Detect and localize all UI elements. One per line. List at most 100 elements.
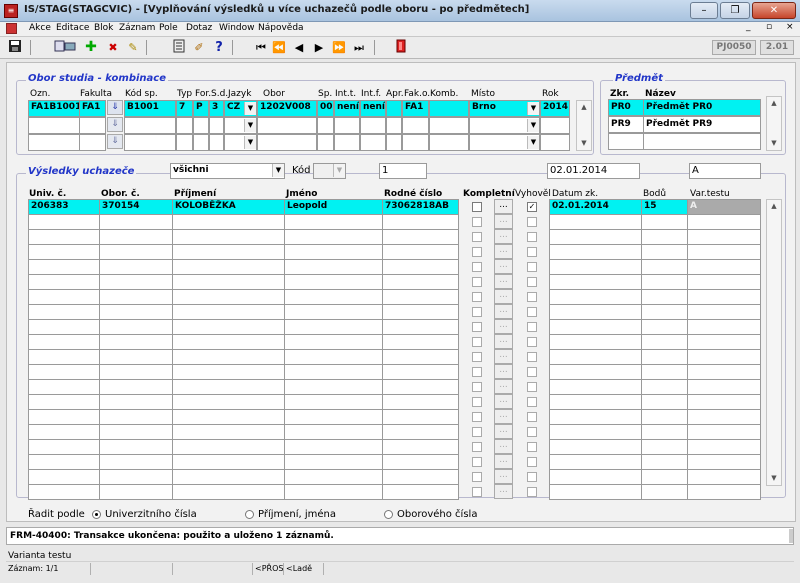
result-var-cell[interactable]	[687, 424, 761, 440]
kompletni-checkbox[interactable]	[472, 442, 482, 452]
result-obor-cell[interactable]	[99, 469, 173, 485]
kompletni-checkbox[interactable]	[472, 352, 482, 362]
kompletni-checkbox[interactable]	[472, 337, 482, 347]
result-body-cell[interactable]	[641, 274, 688, 290]
kompletni-checkbox[interactable]	[472, 472, 482, 482]
obor-misto-cell[interactable]: Brno ▼	[469, 100, 540, 117]
result-datum-cell[interactable]	[549, 379, 642, 395]
kompletni-checkbox[interactable]	[472, 457, 482, 467]
result-prijmeni-cell[interactable]	[172, 484, 285, 500]
obor-kod-sp-cell[interactable]	[124, 134, 176, 151]
result-univ-cell[interactable]	[28, 439, 100, 455]
obor-intt-cell[interactable]: není	[334, 100, 360, 117]
result-prijmeni-cell[interactable]	[172, 259, 285, 275]
result-obor-cell[interactable]	[99, 439, 173, 455]
detail-button[interactable]: ...	[494, 454, 513, 469]
result-datum-cell[interactable]	[549, 424, 642, 440]
result-rc-cell[interactable]	[382, 214, 459, 230]
detail-button[interactable]: ...	[494, 199, 513, 214]
obor-rok-cell[interactable]	[540, 117, 570, 134]
result-var-cell[interactable]	[687, 214, 761, 230]
obor-intf-cell[interactable]	[360, 134, 386, 151]
obor-fakulta-cell[interactable]	[79, 134, 106, 151]
kompletni-checkbox[interactable]	[472, 427, 482, 437]
result-jmeno-cell[interactable]	[284, 274, 383, 290]
vyhovel-checkbox[interactable]	[527, 277, 537, 287]
result-var-cell[interactable]	[687, 289, 761, 305]
result-var-cell[interactable]	[687, 334, 761, 350]
kompletni-checkbox[interactable]	[472, 322, 482, 332]
last-icon[interactable]: ⏭	[350, 39, 368, 56]
result-prijmeni-cell[interactable]	[172, 424, 285, 440]
result-var-cell[interactable]	[687, 244, 761, 260]
vyhovel-checkbox[interactable]	[527, 397, 537, 407]
result-jmeno-cell[interactable]	[284, 364, 383, 380]
result-obor-cell[interactable]	[99, 364, 173, 380]
result-var-cell[interactable]	[687, 439, 761, 455]
result-prijmeni-cell[interactable]	[172, 334, 285, 350]
kompletni-checkbox[interactable]	[472, 232, 482, 242]
result-datum-cell[interactable]	[549, 214, 642, 230]
kompletni-checkbox[interactable]	[472, 277, 482, 287]
predmet-scrollbar[interactable]: ▲ ▼	[766, 96, 782, 151]
result-rc-cell[interactable]	[382, 394, 459, 410]
download-arrow-icon[interactable]: ⇓	[107, 117, 123, 132]
result-univ-cell[interactable]	[28, 274, 100, 290]
clear-icon[interactable]: ✎	[124, 39, 142, 56]
next-record-icon[interactable]: ▶	[310, 39, 328, 56]
result-jmeno-cell[interactable]	[284, 409, 383, 425]
obor-typ-cell[interactable]	[176, 117, 193, 134]
kompletni-checkbox[interactable]	[472, 397, 482, 407]
result-jmeno-cell[interactable]	[284, 244, 383, 260]
detail-button[interactable]: ...	[494, 304, 513, 319]
result-jmeno-cell[interactable]	[284, 334, 383, 350]
menu-window[interactable]: Window	[219, 23, 255, 33]
save-icon[interactable]	[6, 39, 24, 56]
result-obor-cell[interactable]	[99, 394, 173, 410]
result-datum-cell[interactable]	[549, 229, 642, 245]
kod-select[interactable]: ▼	[313, 163, 346, 179]
results-scrollbar[interactable]: ▲ ▼	[766, 199, 782, 486]
result-prijmeni-cell[interactable]	[172, 394, 285, 410]
obor-ozn-cell[interactable]	[28, 134, 80, 151]
detail-button[interactable]: ...	[494, 259, 513, 274]
result-body-cell[interactable]	[641, 454, 688, 470]
vyhovel-checkbox[interactable]	[527, 247, 537, 257]
result-var-cell[interactable]	[687, 319, 761, 335]
result-univ-cell[interactable]	[28, 349, 100, 365]
maximize-button[interactable]: ❐	[720, 2, 750, 19]
result-obor-cell[interactable]	[99, 229, 173, 245]
result-univ-cell[interactable]	[28, 364, 100, 380]
obor-komb-cell[interactable]	[429, 134, 469, 151]
doc-close-button[interactable]: ×	[786, 22, 794, 32]
result-univ-cell[interactable]	[28, 289, 100, 305]
result-body-cell[interactable]	[641, 334, 688, 350]
menu-editace[interactable]: Editace	[56, 23, 89, 33]
result-univ-cell[interactable]	[28, 259, 100, 275]
exit-icon[interactable]	[392, 39, 410, 56]
vyhovel-checkbox[interactable]	[527, 382, 537, 392]
result-datum-cell[interactable]	[549, 349, 642, 365]
predmet-nazev-cell[interactable]	[643, 133, 761, 150]
detail-button[interactable]: ...	[494, 364, 513, 379]
obor-apr-cell[interactable]	[386, 100, 402, 117]
result-datum-cell[interactable]: 02.01.2014	[549, 199, 642, 215]
list-icon[interactable]	[170, 39, 188, 56]
result-obor-cell[interactable]	[99, 214, 173, 230]
chevron-down-icon[interactable]: ▼	[272, 164, 284, 177]
result-body-cell[interactable]	[641, 484, 688, 500]
result-datum-cell[interactable]	[549, 394, 642, 410]
result-prijmeni-cell[interactable]	[172, 454, 285, 470]
scroll-up-icon[interactable]: ▲	[767, 200, 781, 213]
result-prijmeni-cell[interactable]	[172, 214, 285, 230]
doc-minimize-button[interactable]: _	[746, 22, 751, 32]
result-obor-cell[interactable]	[99, 334, 173, 350]
detail-button[interactable]: ...	[494, 244, 513, 259]
result-univ-cell[interactable]	[28, 319, 100, 335]
print-icon[interactable]	[52, 39, 78, 56]
detail-button[interactable]: ...	[494, 349, 513, 364]
result-jmeno-cell[interactable]	[284, 214, 383, 230]
result-univ-cell[interactable]	[28, 229, 100, 245]
result-body-cell[interactable]	[641, 244, 688, 260]
result-body-cell[interactable]	[641, 424, 688, 440]
